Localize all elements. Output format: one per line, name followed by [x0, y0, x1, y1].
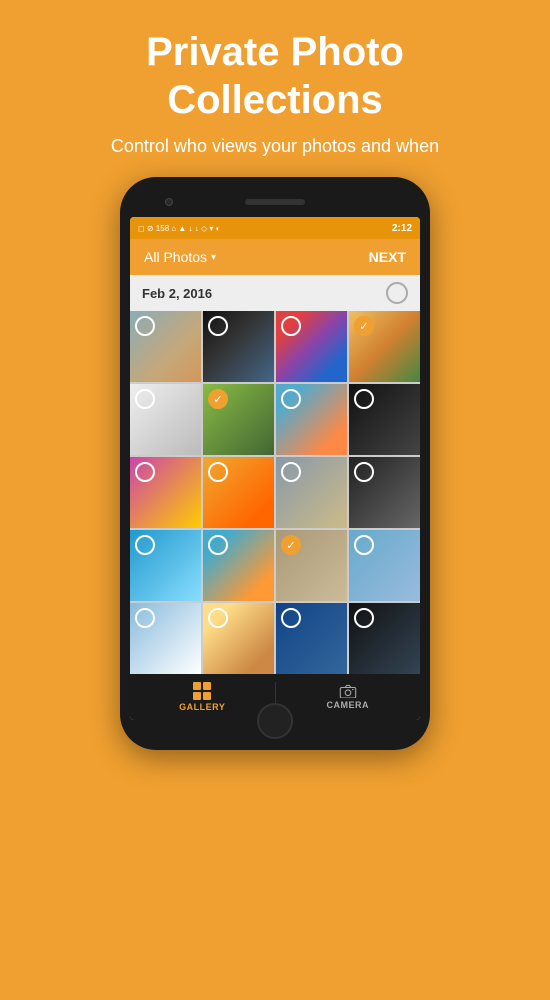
gallery-icon-cell-4 — [203, 692, 211, 700]
select-circle-17[interactable] — [135, 608, 155, 628]
select-circle-16[interactable] — [354, 535, 374, 555]
select-circle-4[interactable]: ✓ — [354, 316, 374, 336]
photo-cell-9[interactable] — [130, 457, 201, 528]
photo-cell-20[interactable] — [349, 603, 420, 674]
photo-cell-5[interactable] — [130, 384, 201, 455]
photo-cell-7[interactable] — [276, 384, 347, 455]
select-circle-14[interactable] — [208, 535, 228, 555]
gallery-icon-cell-1 — [193, 682, 201, 690]
phone-bottom — [130, 720, 420, 740]
photo-grid: ✓ ✓ — [130, 311, 420, 674]
camera-label: CAMERA — [327, 700, 370, 710]
home-button[interactable] — [257, 703, 293, 739]
status-bar: ◻ ⊘ 158 ⌂ ▲ ↓ ↓ ◇ ▾ ◐ 2:12 — [130, 217, 420, 239]
status-icons: ◻ ⊘ 158 ⌂ ▲ ↓ ↓ ◇ ▾ ◐ — [138, 224, 220, 233]
date-label: Feb 2, 2016 — [142, 286, 212, 301]
select-circle-18[interactable] — [208, 608, 228, 628]
select-circle-11[interactable] — [281, 462, 301, 482]
album-selector[interactable]: All Photos ▾ — [144, 249, 216, 265]
top-bar: All Photos ▾ NEXT — [130, 239, 420, 275]
front-camera — [165, 198, 173, 206]
date-select-circle[interactable] — [386, 282, 408, 304]
header-section: Private Photo Collections Control who vi… — [91, 0, 459, 167]
photo-cell-17[interactable] — [130, 603, 201, 674]
photo-cell-1[interactable] — [130, 311, 201, 382]
select-circle-10[interactable] — [208, 462, 228, 482]
select-circle-7[interactable] — [281, 389, 301, 409]
chevron-down-icon: ▾ — [211, 252, 216, 263]
select-circle-20[interactable] — [354, 608, 374, 628]
photo-cell-6[interactable]: ✓ — [203, 384, 274, 455]
gallery-icon-cell-3 — [193, 692, 201, 700]
select-circle-12[interactable] — [354, 462, 374, 482]
photo-cell-4[interactable]: ✓ — [349, 311, 420, 382]
photo-cell-15[interactable]: ✓ — [276, 530, 347, 601]
photo-cell-13[interactable] — [130, 530, 201, 601]
gallery-tab[interactable]: GALLERY — [130, 674, 275, 720]
photo-cell-16[interactable] — [349, 530, 420, 601]
camera-icon — [339, 684, 357, 698]
next-button[interactable]: NEXT — [369, 249, 406, 265]
album-label: All Photos — [144, 249, 207, 265]
photo-cell-8[interactable] — [349, 384, 420, 455]
photo-cell-18[interactable] — [203, 603, 274, 674]
phone-mockup: ◻ ⊘ 158 ⌂ ▲ ↓ ↓ ◇ ▾ ◐ 2:12 All Photos ▾ … — [0, 177, 550, 1000]
status-icons-text: ◻ ⊘ 158 ⌂ ▲ ↓ ↓ ◇ ▾ ◐ — [138, 224, 220, 233]
phone-screen: ◻ ⊘ 158 ⌂ ▲ ↓ ↓ ◇ ▾ ◐ 2:12 All Photos ▾ … — [130, 217, 420, 720]
app-title: Private Photo Collections — [111, 28, 439, 124]
camera-tab[interactable]: CAMERA — [276, 674, 421, 720]
status-time: 2:12 — [392, 223, 412, 234]
photo-cell-2[interactable] — [203, 311, 274, 382]
phone-body: ◻ ⊘ 158 ⌂ ▲ ↓ ↓ ◇ ▾ ◐ 2:12 All Photos ▾ … — [120, 177, 430, 750]
phone-speaker — [245, 199, 305, 205]
select-circle-6[interactable]: ✓ — [208, 389, 228, 409]
gallery-icon — [193, 682, 211, 700]
photo-cell-14[interactable] — [203, 530, 274, 601]
select-circle-3[interactable] — [281, 316, 301, 336]
date-row: Feb 2, 2016 — [130, 275, 420, 311]
photo-cell-19[interactable] — [276, 603, 347, 674]
gallery-label: GALLERY — [179, 702, 225, 712]
select-circle-13[interactable] — [135, 535, 155, 555]
app-subtitle: Control who views your photos and when — [111, 136, 439, 157]
select-circle-19[interactable] — [281, 608, 301, 628]
select-circle-9[interactable] — [135, 462, 155, 482]
select-circle-8[interactable] — [354, 389, 374, 409]
select-circle-1[interactable] — [135, 316, 155, 336]
gallery-icon-cell-2 — [203, 682, 211, 690]
photo-cell-3[interactable] — [276, 311, 347, 382]
photo-cell-11[interactable] — [276, 457, 347, 528]
phone-top-area — [130, 187, 420, 217]
select-circle-5[interactable] — [135, 389, 155, 409]
photo-cell-10[interactable] — [203, 457, 274, 528]
photo-cell-12[interactable] — [349, 457, 420, 528]
select-circle-15[interactable]: ✓ — [281, 535, 301, 555]
select-circle-2[interactable] — [208, 316, 228, 336]
